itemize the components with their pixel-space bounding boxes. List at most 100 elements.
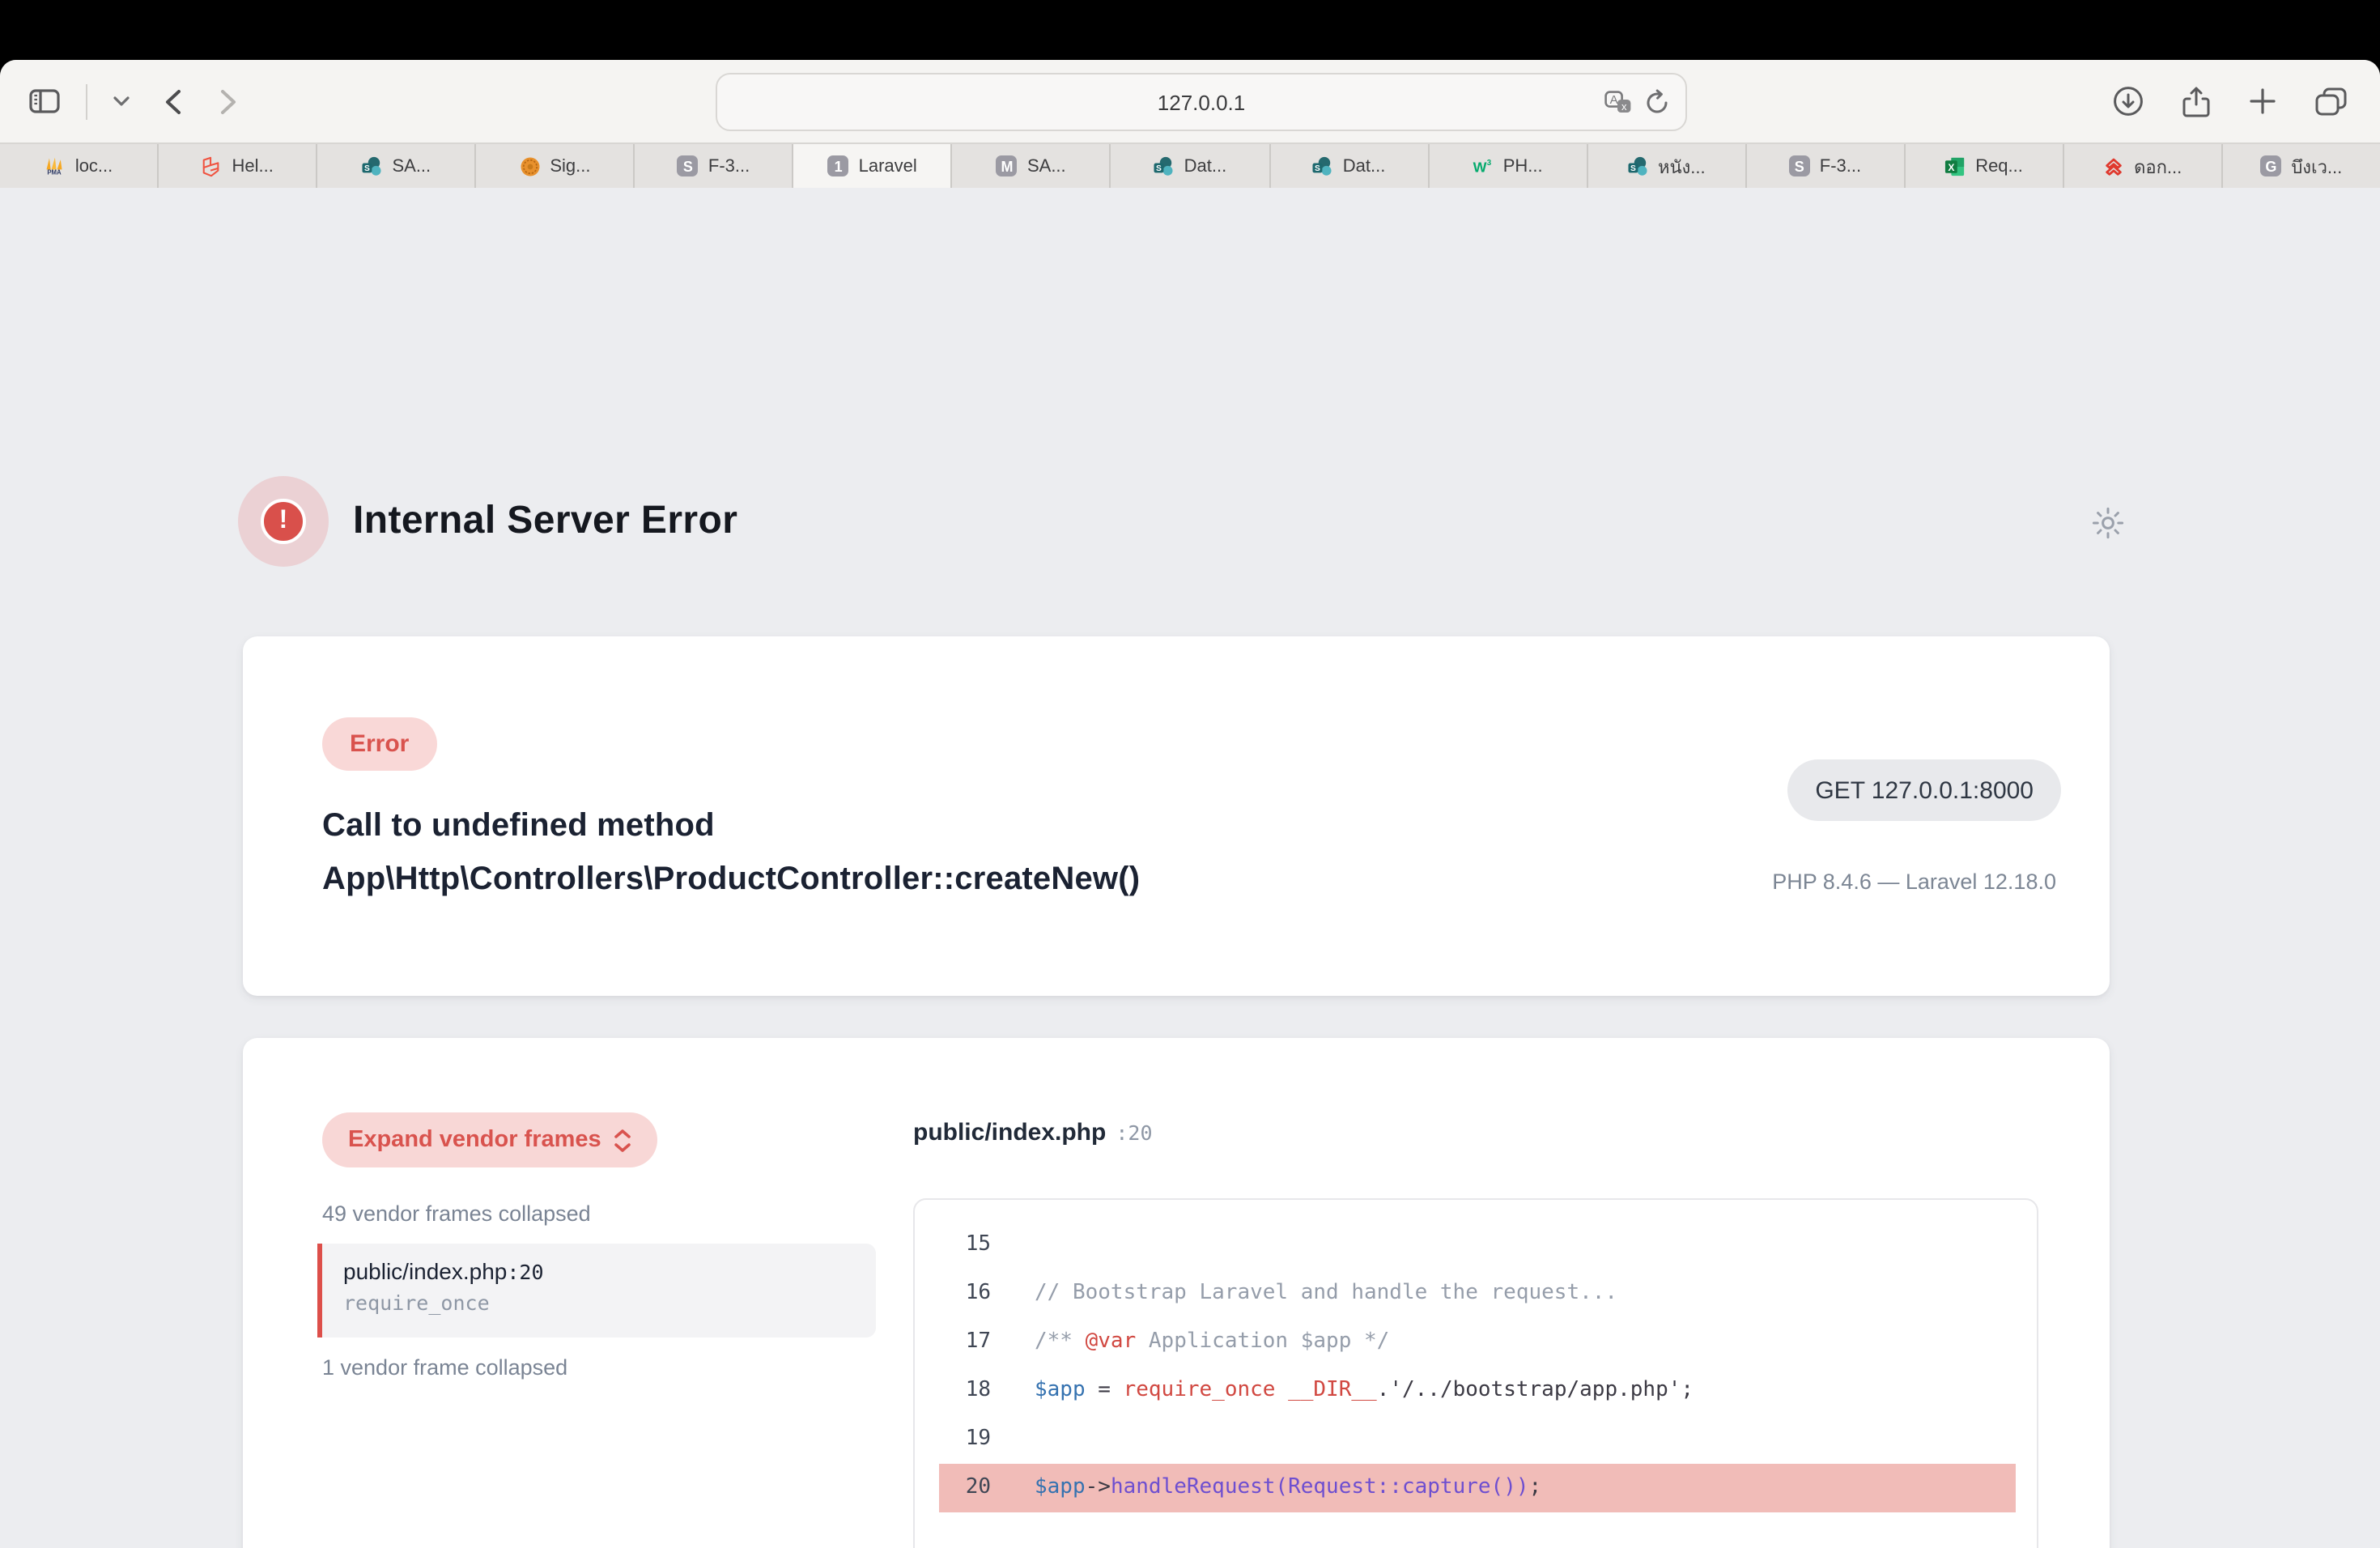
tab-label: บึงเว... — [2291, 151, 2342, 181]
downloads-icon[interactable] — [2113, 85, 2144, 117]
error-summary-card: Error Call to undefined method App\Http\… — [243, 636, 2110, 996]
sidebar-icon[interactable] — [29, 89, 60, 113]
letter-S-icon: S — [678, 155, 699, 176]
tab-label: Sig... — [550, 156, 590, 176]
browser-tab-9[interactable]: W3 PH... — [1429, 144, 1587, 188]
tab-label: loc... — [75, 156, 113, 176]
viewport: 127.0.0.1 Ax — [0, 0, 2380, 1548]
address-bar-url: 127.0.0.1 — [1158, 90, 1245, 114]
stack-frame-method: require_once — [343, 1291, 876, 1315]
tab-label: PH... — [1503, 156, 1543, 176]
code-line-15: 15 — [939, 1221, 2016, 1269]
tab-label: Laravel — [859, 156, 917, 176]
tab-label: Dat... — [1184, 156, 1227, 176]
tab-strip: PMA loc... Hel... S SA... Sig... S F-3... 1 Larav… — [0, 144, 2380, 188]
code-file-name: public/index.php — [913, 1119, 1106, 1146]
browser-tab-6[interactable]: M SA... — [953, 144, 1111, 188]
sharepoint-icon: S — [1312, 155, 1333, 176]
laravel-logo-icon — [202, 155, 223, 176]
stack-frame-item[interactable]: public/index.php:20 require_once — [317, 1244, 876, 1337]
code-line-ref: :20 — [1116, 1121, 1152, 1145]
macos-menubar — [0, 0, 2380, 60]
toolbar-divider — [86, 83, 87, 119]
address-bar[interactable]: 127.0.0.1 Ax — [716, 73, 1687, 131]
code-line-17: 17/** @var Application $app */ — [939, 1318, 2016, 1367]
chevron-down-icon[interactable] — [113, 96, 130, 107]
tab-label: ดอก... — [2134, 151, 2182, 181]
request-badge: GET 127.0.0.1:8000 — [1787, 759, 2061, 821]
letter-G-icon: G — [2260, 155, 2281, 176]
browser-tab-2[interactable]: S SA... — [317, 144, 476, 188]
browser-tab-active-5[interactable]: 1 Laravel — [794, 144, 953, 188]
error-alert-icon: ! — [238, 476, 329, 567]
code-line-20: 20$app->handleRequest(Request::capture()… — [939, 1464, 2016, 1512]
orange-seal-icon — [519, 155, 540, 176]
stack-trace-card: Expand vendor frames 49 vendor frames co… — [243, 1038, 2110, 1548]
browser-toolbar: 127.0.0.1 Ax — [0, 60, 2380, 144]
svg-text:X: X — [1949, 161, 1955, 172]
sun-icon[interactable] — [2092, 507, 2124, 539]
code-file-header: public/index.php :20 — [913, 1119, 1153, 1148]
excel-icon: X — [1944, 155, 1966, 176]
new-tab-icon[interactable] — [2249, 85, 2276, 117]
line-number: 18 — [939, 1367, 991, 1415]
svg-text:S: S — [1315, 164, 1321, 172]
tab-label: Hel... — [232, 156, 274, 176]
browser-tab-1[interactable]: Hel... — [159, 144, 317, 188]
svg-text:A: A — [1610, 92, 1618, 106]
phpmyadmin-icon: PMA — [45, 155, 66, 176]
browser-tab-10[interactable]: Sหนัง... — [1587, 144, 1746, 188]
browser-tab-4[interactable]: S F-3... — [635, 144, 794, 188]
page-title: Internal Server Error — [353, 499, 737, 544]
browser-tab-3[interactable]: Sig... — [476, 144, 635, 188]
line-number: 15 — [939, 1221, 991, 1269]
safari-window: 127.0.0.1 Ax — [0, 60, 2380, 1548]
browser-tab-7[interactable]: S Dat... — [1111, 144, 1270, 188]
code-line-16: 16// Bootstrap Laravel and handle the re… — [939, 1269, 2016, 1318]
code-snippet[interactable]: 1516// Bootstrap Laravel and handle the … — [913, 1198, 2038, 1548]
letter-1-icon: 1 — [828, 155, 849, 176]
expand-vendor-frames-button[interactable]: Expand vendor frames — [322, 1112, 658, 1167]
browser-tab-12[interactable]: X Req... — [1906, 144, 2064, 188]
browser-tab-14[interactable]: G บึงเว... — [2223, 144, 2380, 188]
share-icon[interactable] — [2182, 85, 2210, 117]
line-number: 16 — [939, 1269, 991, 1318]
svg-text:S: S — [364, 164, 370, 172]
line-number: 20 — [939, 1464, 991, 1512]
svg-text:3: 3 — [1487, 159, 1492, 168]
svg-text:S: S — [1157, 164, 1162, 172]
code-line-18: 18$app = require_once __DIR__.'/../boots… — [939, 1367, 2016, 1415]
line-number: 17 — [939, 1318, 991, 1367]
sharepoint-icon: S — [361, 155, 382, 176]
svg-text:x: x — [1621, 100, 1627, 112]
back-button[interactable] — [165, 88, 181, 114]
tab-label: SA... — [392, 156, 431, 176]
reload-icon[interactable] — [1645, 89, 1669, 115]
stack-frame-file: public/index.php:20 — [343, 1258, 876, 1284]
line-number: 19 — [939, 1415, 991, 1464]
screen: 127.0.0.1 Ax — [0, 0, 2380, 1548]
expand-collapse-icon — [614, 1128, 632, 1152]
translate-icon[interactable]: Ax — [1604, 90, 1632, 114]
letter-M-icon: M — [997, 155, 1018, 176]
tab-label: SA... — [1027, 156, 1066, 176]
tab-label: Dat... — [1343, 156, 1386, 176]
browser-tab-11[interactable]: S F-3... — [1746, 144, 1905, 188]
version-info: PHP 8.4.6 — Laravel 12.18.0 — [1772, 870, 2056, 894]
tab-overview-icon[interactable] — [2315, 85, 2348, 117]
tab-label: F-3... — [1820, 156, 1861, 176]
tab-label: Req... — [1975, 156, 2023, 176]
vendor-frames-collapsed-top: 49 vendor frames collapsed — [322, 1201, 591, 1226]
tab-label: F-3... — [708, 156, 750, 176]
red-chevrons-icon — [2103, 155, 2124, 176]
error-page: ! Internal Server Error Error Call to un… — [0, 189, 2380, 1548]
forward-button[interactable] — [220, 88, 236, 114]
browser-tab-13[interactable]: ดอก... — [2064, 144, 2223, 188]
letter-S-icon: S — [1789, 155, 1810, 176]
w3schools-icon: W3 — [1473, 155, 1494, 176]
browser-tab-8[interactable]: S Dat... — [1270, 144, 1429, 188]
tab-label: หนัง... — [1658, 151, 1706, 181]
error-message: Call to undefined method App\Http\Contro… — [322, 800, 1456, 907]
browser-tab-0[interactable]: PMA loc... — [0, 144, 159, 188]
code-line-19: 19 — [939, 1415, 2016, 1464]
